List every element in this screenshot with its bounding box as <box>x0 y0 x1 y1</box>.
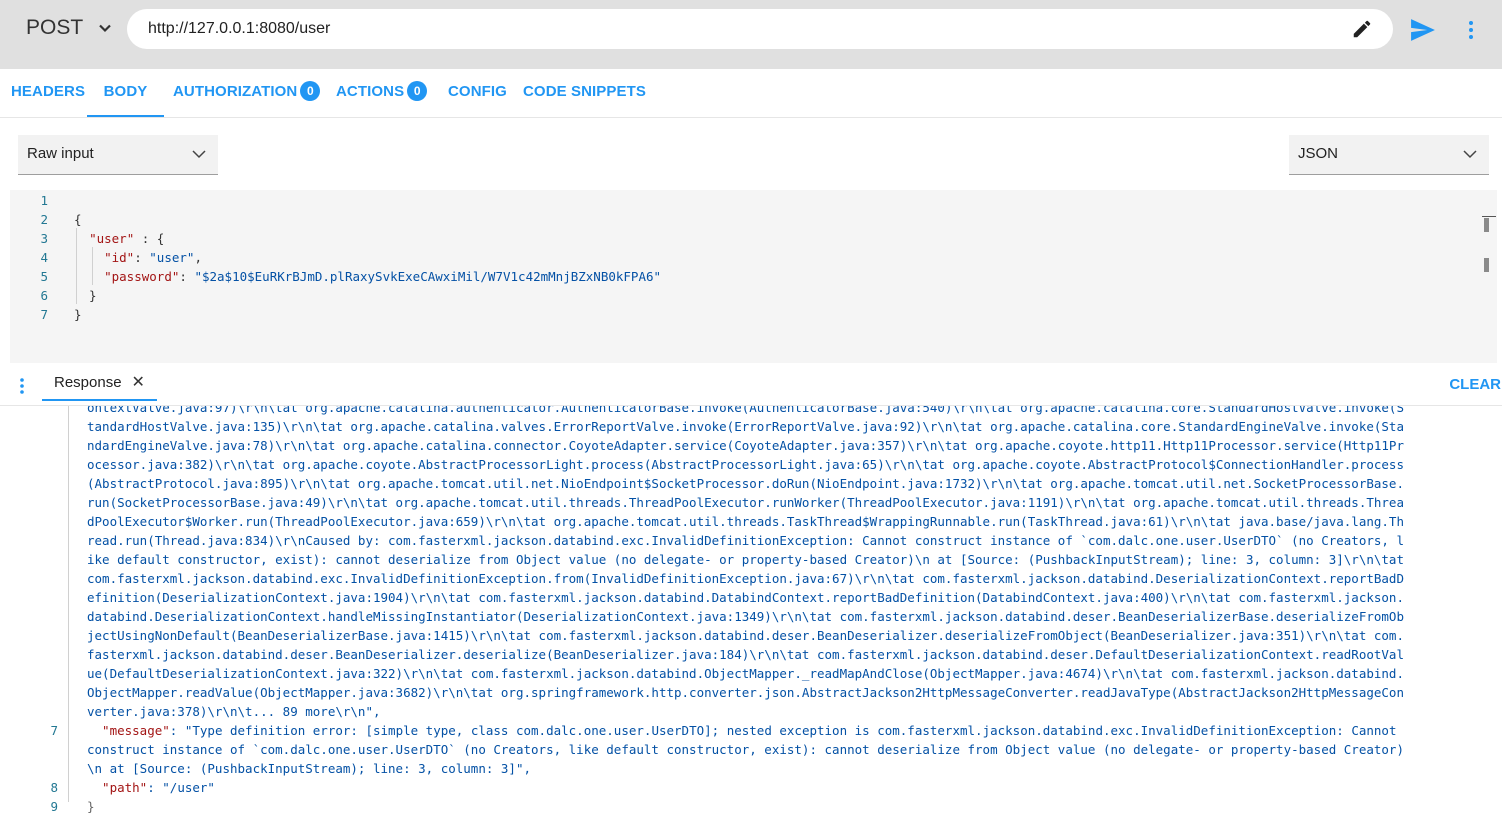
tab-label: HEADERS <box>11 83 86 100</box>
response-text: (AbstractProtocol.java:895)\r\n\tat org.… <box>87 476 1404 491</box>
response-text: databind.DeserializationContext.handleMi… <box>87 609 1404 624</box>
code-text: } <box>74 305 82 324</box>
request-tabs: HEADERS BODY AUTHORIZATION 0 ACTIONS 0 CON… <box>0 69 1502 118</box>
tab-label: CODE SNIPPETS <box>523 83 646 100</box>
response-text: ike default constructor, exist): cannot … <box>87 552 1404 567</box>
json-punct: : <box>134 250 150 265</box>
json-key: "password" <box>104 269 180 284</box>
response-text: com.fasterxml.jackson.databind.exc.Inval… <box>87 571 1404 586</box>
tab-label: ACTIONS <box>336 83 405 100</box>
line-number: 1 <box>40 193 48 208</box>
code-text: } <box>74 286 97 305</box>
tab-config[interactable]: CONFIG <box>448 69 507 117</box>
response-text: \n at [Source: (PushbackInputStream); li… <box>87 761 532 776</box>
tab-label: BODY <box>103 83 148 100</box>
json-punct <box>74 269 104 284</box>
url-input[interactable] <box>148 18 1328 40</box>
chevron-down-icon <box>192 150 206 159</box>
close-icon[interactable]: ✕ <box>132 374 145 391</box>
response-text: ocessor.java:382)\r\n\tat org.apache.coy… <box>87 457 1404 472</box>
response-text: construct instance of `com.dalc.one.user… <box>87 742 1404 757</box>
chevron-down-icon <box>99 24 111 33</box>
response-text: fasterxml.jackson.databind.deser.BeanDes… <box>87 647 1404 662</box>
tab-label: AUTHORIZATION <box>173 83 298 100</box>
body-editor[interactable]: 1 2 {3 "user" : { 4 "id": "user", 5 "passwor… <box>10 190 1497 363</box>
tab-response[interactable]: Response ✕ <box>42 364 157 401</box>
json-punct: { <box>74 212 82 227</box>
json-punct <box>74 250 104 265</box>
response-tab-label: Response <box>54 374 122 391</box>
line-number: 7 <box>40 307 48 322</box>
json-key: "id" <box>104 250 135 265</box>
body-mode-select[interactable]: Raw input <box>18 135 218 175</box>
json-string: "$2a$10$EuRKrBJmD.plRaxySvkExeCAwxiMil/W… <box>194 269 662 284</box>
send-icon[interactable] <box>1410 18 1436 42</box>
url-field[interactable] <box>127 9 1393 49</box>
response-text: ue(DefaultDeserializationContext.java:32… <box>87 666 1404 681</box>
json-punct: } <box>74 288 97 303</box>
line-number: 4 <box>40 250 48 265</box>
line-number: 6 <box>40 288 48 303</box>
code-text: "user" : { <box>74 229 164 248</box>
tab-actions[interactable]: ACTIONS 0 <box>336 69 428 117</box>
response-text: ndardEngineValve.java:78)\r\n\tat org.ap… <box>87 438 1404 453</box>
more-vertical-icon[interactable] <box>1462 19 1480 41</box>
content-type-select[interactable]: JSON <box>1289 135 1489 175</box>
code-text: "password": "$2a$10$EuRKrBJmD.plRaxySvkE… <box>74 267 661 286</box>
line-number: 5 <box>40 269 48 284</box>
response-text: "message": "Type definition error: [simp… <box>87 721 1396 740</box>
response-text: read.run(Thread.java:834)\r\nCaused by: … <box>87 533 1404 548</box>
response-text: "path": "/user" <box>87 778 215 797</box>
json-string: "user" <box>149 250 195 265</box>
tab-code-snippets[interactable]: CODE SNIPPETS <box>523 69 646 117</box>
scrollbar-marker[interactable] <box>1484 258 1489 272</box>
response-text: } <box>87 799 95 814</box>
tab-body[interactable]: BODY <box>87 69 164 117</box>
chevron-down-icon <box>1463 150 1477 159</box>
line-number: 2 <box>40 212 48 227</box>
json-value: : "/user" <box>147 780 215 795</box>
response-text: dPoolExecutor$Worker.run(ThreadPoolExecu… <box>87 514 1404 529</box>
tab-headers[interactable]: HEADERS <box>11 69 85 117</box>
count-badge: 0 <box>407 81 428 101</box>
scrollbar-marker <box>1482 216 1496 217</box>
scrollbar-marker[interactable] <box>1484 218 1489 232</box>
method-select[interactable]: POST <box>26 16 113 40</box>
response-text: run(SocketProcessorBase.java:49)\r\n\tat… <box>87 495 1404 510</box>
code-text: { <box>74 210 82 229</box>
response-text: ObjectMapper.readValue(ObjectMapper.java… <box>87 685 1404 700</box>
count-badge: 0 <box>300 81 321 101</box>
json-key: "message" <box>87 723 170 738</box>
json-punct <box>74 231 89 246</box>
request-bar: POST <box>0 0 1502 69</box>
response-text: ontextValve.java:97)\r\n\tat org.apache.… <box>87 406 1404 415</box>
line-number: 8 <box>50 780 58 795</box>
content-type-value: JSON <box>1298 145 1339 162</box>
response-text: jectUsingNonDefault(BeanDeserializerBase… <box>87 628 1404 643</box>
tab-authorization[interactable]: AUTHORIZATION 0 <box>173 69 321 117</box>
line-number: 7 <box>50 723 58 738</box>
response-text: tandardHostValve.java:135)\r\n\tat org.a… <box>87 419 1404 434</box>
pencil-icon[interactable] <box>1351 18 1373 40</box>
json-value: : "Type definition error: [simple type, … <box>169 723 1397 738</box>
body-mode-value: Raw input <box>27 145 94 162</box>
json-punct: , <box>194 250 202 265</box>
tab-label: CONFIG <box>448 83 507 100</box>
clear-button[interactable]: CLEAR <box>1449 376 1501 393</box>
indent-guide <box>68 406 69 802</box>
json-punct: : <box>179 269 195 284</box>
response-text: verter.java:378)\r\n\t... 89 more\r\n", <box>87 704 381 719</box>
code-text: "id": "user", <box>74 248 202 267</box>
json-punct: } <box>74 307 82 322</box>
line-number: 3 <box>40 231 48 246</box>
line-number: 9 <box>50 799 58 814</box>
response-body: ontextValve.java:97)\r\n\tat org.apache.… <box>0 406 1502 819</box>
json-punct: : { <box>134 231 165 246</box>
json-key: "path" <box>87 780 148 795</box>
more-vertical-icon[interactable] <box>17 376 27 396</box>
json-key: "user" <box>89 231 135 246</box>
response-bar: Response ✕ CLEAR <box>0 364 1502 406</box>
response-text: efinition(DeserializationContext.java:19… <box>87 590 1404 605</box>
method-label: POST <box>26 16 84 39</box>
